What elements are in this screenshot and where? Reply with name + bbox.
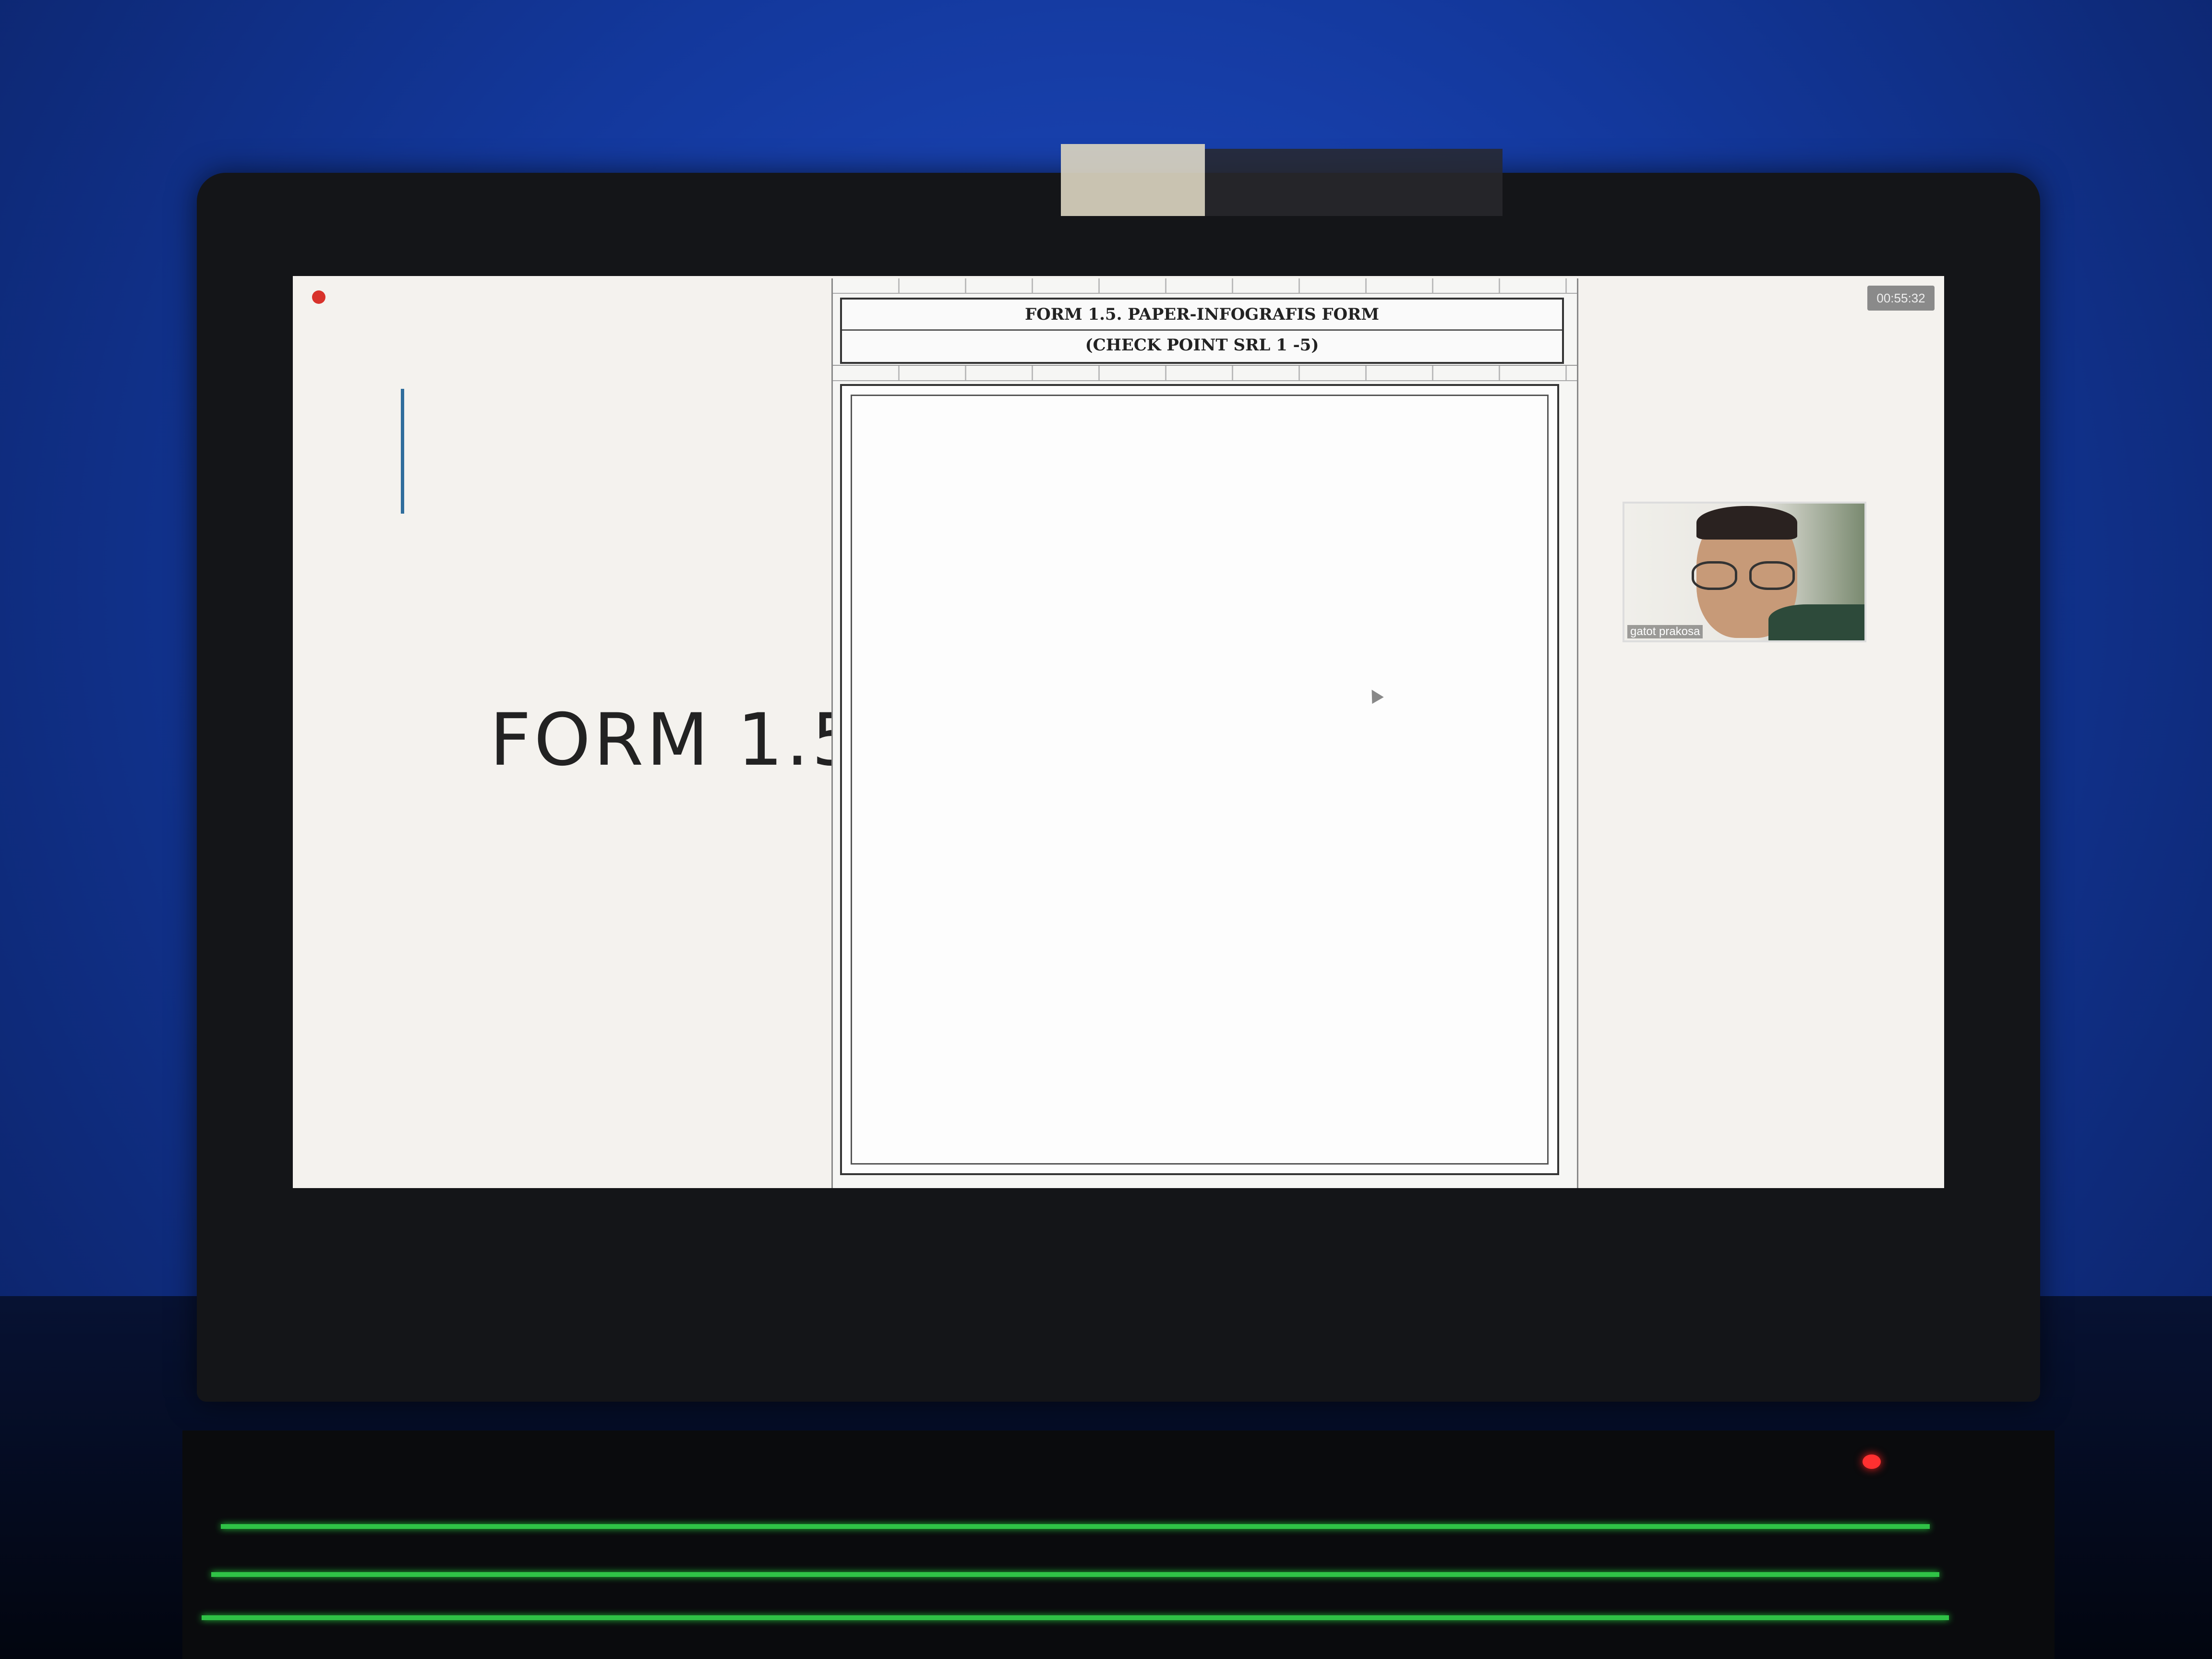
participant-glasses <box>1687 561 1802 590</box>
form-document: FORM 1.5. PAPER-INFOGRAFIS FORM (CHECK P… <box>831 278 1578 1188</box>
clear-tape <box>1205 149 1503 216</box>
form-body-box <box>840 384 1559 1175</box>
table-ruler-bottom <box>833 365 1577 381</box>
form-body-inner-border <box>851 395 1549 1165</box>
glasses-lens-right <box>1749 561 1795 590</box>
laptop-keyboard <box>182 1431 2055 1659</box>
slide-accent-bar <box>401 389 404 514</box>
form-header: FORM 1.5. PAPER-INFOGRAFIS FORM (CHECK P… <box>840 298 1564 364</box>
form-header-title: FORM 1.5. PAPER-INFOGRAFIS FORM <box>842 300 1562 331</box>
laptop-screen: FORM 1.5 FORM 1.5. PAPER-INFOGRAFIS FORM… <box>293 276 1944 1188</box>
participant-hair <box>1696 506 1797 540</box>
keyboard-backlight-row <box>211 1572 1939 1577</box>
slide-title: FORM 1.5 <box>490 698 861 782</box>
glasses-lens-left <box>1692 561 1737 590</box>
participant-name: gatot prakosa <box>1627 625 1703 638</box>
participant-video-tile[interactable]: gatot prakosa <box>1623 502 1866 642</box>
power-led-icon <box>1863 1455 1881 1469</box>
table-ruler-top <box>833 278 1577 294</box>
keyboard-backlight-row <box>221 1524 1930 1529</box>
recording-dot-icon <box>312 290 325 304</box>
webcam-tape <box>1061 144 1205 216</box>
keyboard-backlight-row <box>202 1615 1949 1620</box>
participant-shirt <box>1768 604 1864 640</box>
form-header-subtitle: (CHECK POINT SRL 1 -5) <box>1085 336 1319 355</box>
meeting-timer: 00:55:32 <box>1867 286 1935 311</box>
